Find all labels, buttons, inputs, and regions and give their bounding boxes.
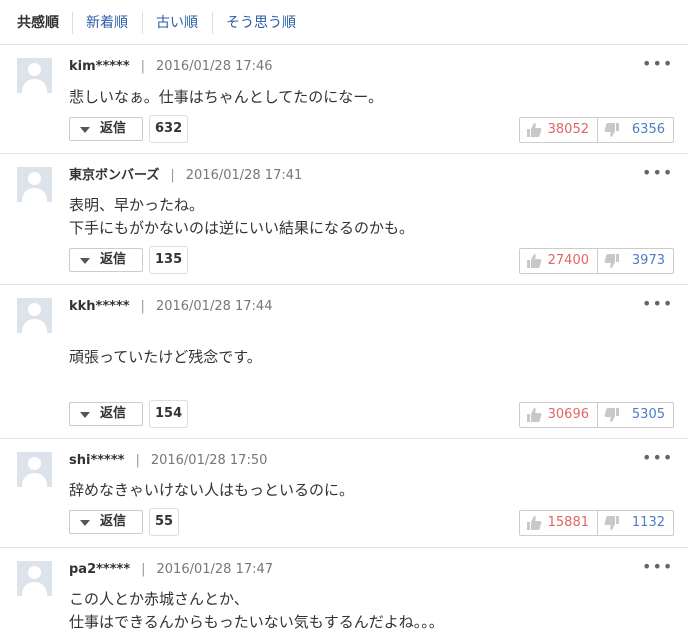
like-count: 30696 [547, 407, 589, 422]
username[interactable]: pa2***** [69, 562, 130, 577]
thumbs-down-icon [604, 408, 619, 422]
reply-count: 154 [149, 400, 189, 428]
comment-item: 東京ボンバーズ | 2016/01/28 17:41 ••• 表明、早かったね。 下… [0, 154, 688, 285]
tab-agree-order[interactable]: そう思う順 [226, 14, 296, 32]
more-options-icon[interactable]: ••• [642, 294, 673, 314]
more-options-icon[interactable]: ••• [642, 448, 673, 468]
comment-item: kkh***** | 2016/01/28 17:44 ••• 頑張っていたけど残念… [0, 285, 688, 439]
like-count: 27400 [547, 253, 589, 268]
sort-tabs: 共感順 新着順 古い順 そう思う順 [0, 0, 688, 45]
tab-oldest[interactable]: 古い順 [156, 14, 198, 32]
comment-meta: pa2***** | 2016/01/28 17:47 [69, 562, 274, 577]
comment-meta: shi***** | 2016/01/28 17:50 [69, 453, 268, 468]
reply-button[interactable]: 返信 [69, 402, 143, 426]
username[interactable]: kim***** [69, 59, 130, 74]
avatar [17, 298, 52, 333]
thumbs-down-icon [604, 516, 619, 530]
comment-item: shi***** | 2016/01/28 17:50 ••• 辞めなきゃいけない人… [0, 439, 688, 548]
username[interactable]: shi***** [69, 453, 124, 468]
avatar [17, 58, 52, 93]
comment-text: 悲しいなぁ。仕事はちゃんとしてたのになー。 [69, 88, 384, 106]
thumbs-up-icon [527, 516, 542, 530]
thumbs-up-icon [527, 254, 542, 268]
vote-box: 15881 1132 [519, 510, 674, 536]
tab-empathy-order[interactable]: 共感順 [17, 14, 59, 32]
reply-count: 55 [149, 508, 180, 536]
chevron-down-icon [80, 412, 90, 418]
reply-count: 135 [149, 246, 189, 274]
avatar [17, 167, 52, 202]
timestamp: 2016/01/28 17:41 [185, 168, 303, 183]
dislike-count: 6356 [631, 122, 665, 137]
dislike-button[interactable]: 3973 [598, 249, 673, 273]
comment-meta: kim***** | 2016/01/28 17:46 [69, 59, 273, 74]
tab-divider [212, 12, 213, 34]
avatar [17, 561, 52, 596]
username[interactable]: 東京ボンバーズ [69, 168, 159, 183]
reply-button[interactable]: 返信 [69, 510, 143, 534]
dislike-button[interactable]: 1132 [598, 511, 673, 535]
comment-item: kim***** | 2016/01/28 17:46 ••• 悲しいなぁ。仕事はち… [0, 45, 688, 154]
avatar [17, 452, 52, 487]
more-options-icon[interactable]: ••• [642, 163, 673, 183]
thumbs-down-icon [604, 254, 619, 268]
timestamp: 2016/01/28 17:46 [156, 59, 273, 74]
comment-text: この人とか赤城さんとか、 仕事はできるんからもったいない気もするんだよね。。。 [69, 590, 444, 631]
username[interactable]: kkh***** [69, 299, 130, 314]
like-button[interactable]: 27400 [520, 249, 598, 273]
vote-box: 38052 6356 [519, 117, 674, 143]
thumbs-up-icon [527, 408, 542, 422]
dislike-count: 1132 [631, 515, 665, 530]
more-options-icon[interactable]: ••• [642, 54, 673, 74]
chevron-down-icon [80, 520, 90, 526]
like-button[interactable]: 38052 [520, 118, 598, 142]
like-count: 38052 [547, 122, 589, 137]
like-button[interactable]: 15881 [520, 511, 598, 535]
tab-newest[interactable]: 新着順 [86, 14, 128, 32]
comment-text: 頑張っていたけど残念です。 [69, 348, 262, 366]
like-button[interactable]: 30696 [520, 403, 598, 427]
reply-button[interactable]: 返信 [69, 117, 143, 141]
comment-meta: kkh***** | 2016/01/28 17:44 [69, 299, 273, 314]
reply-count: 632 [149, 115, 189, 143]
chevron-down-icon [80, 258, 90, 264]
thumbs-down-icon [604, 123, 619, 137]
dislike-count: 5305 [631, 407, 665, 422]
tab-divider [72, 12, 73, 34]
timestamp: 2016/01/28 17:44 [155, 299, 273, 314]
dislike-button[interactable]: 6356 [598, 118, 673, 142]
vote-box: 30696 5305 [519, 402, 674, 428]
comment-text: 表明、早かったね。 下手にもがかないのは逆にいい結果になるのかも。 [69, 196, 415, 237]
comment-item: pa2***** | 2016/01/28 17:47 ••• この人とか赤城さんと… [0, 548, 688, 631]
chevron-down-icon [80, 127, 90, 133]
vote-box: 27400 3973 [519, 248, 674, 274]
like-count: 15881 [547, 515, 589, 530]
timestamp: 2016/01/28 17:50 [150, 453, 268, 468]
more-options-icon[interactable]: ••• [642, 557, 673, 577]
dislike-count: 3973 [631, 253, 665, 268]
thumbs-up-icon [527, 123, 542, 137]
comment-meta: 東京ボンバーズ | 2016/01/28 17:41 [69, 168, 303, 183]
comment-text: 辞めなきゃいけない人はもっといるのに。 [69, 481, 355, 499]
reply-button[interactable]: 返信 [69, 248, 143, 272]
timestamp: 2016/01/28 17:47 [156, 562, 274, 577]
tab-divider [142, 12, 143, 34]
dislike-button[interactable]: 5305 [598, 403, 673, 427]
